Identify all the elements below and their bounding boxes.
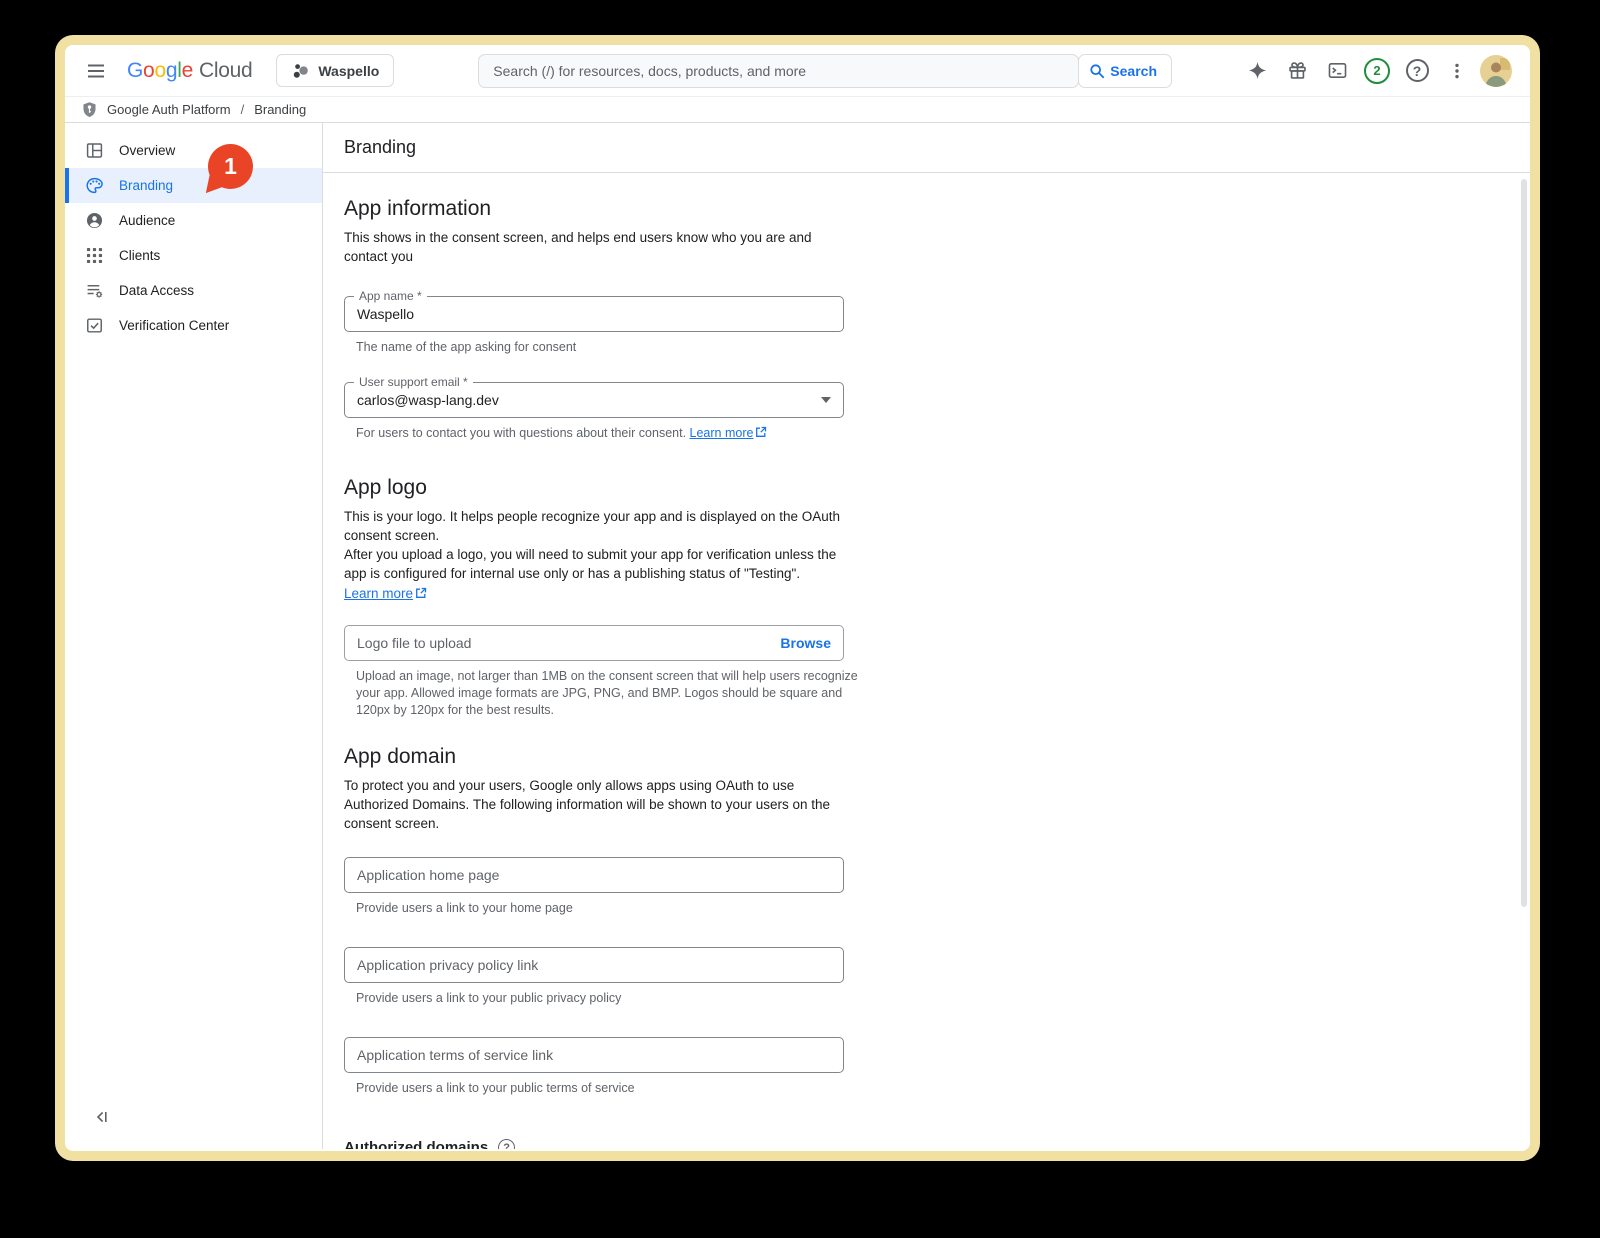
search-button[interactable]: Search	[1078, 53, 1172, 88]
home-page-field[interactable]	[344, 857, 844, 893]
privacy-policy-input[interactable]	[357, 957, 831, 973]
app-logo-heading: App logo	[344, 476, 427, 499]
app-logo-paragraph-2: After you upload a logo, you will need t…	[344, 547, 837, 581]
terms-of-service-helper: Provide users a link to your public term…	[356, 1081, 635, 1095]
sidebar-item-verification-center[interactable]: Verification Center	[65, 308, 322, 343]
browser-viewport: Google Cloud Waspello Search (/) for res…	[65, 45, 1530, 1151]
person-icon	[84, 211, 104, 231]
collapse-sidebar-icon	[96, 1111, 107, 1123]
support-email-helper: For users to contact you with questions …	[356, 425, 862, 442]
more-options-button[interactable]	[1440, 54, 1474, 88]
page-title: Branding	[344, 137, 417, 157]
sidebar-item-label: Verification Center	[119, 318, 230, 333]
avatar-photo	[1480, 54, 1512, 87]
learn-more-link[interactable]: Learn more	[344, 586, 413, 601]
browse-button[interactable]: Browse	[780, 635, 831, 651]
cloud-shell-button[interactable]	[1320, 54, 1354, 88]
free-trial-gift-button[interactable]	[1280, 54, 1314, 88]
chevron-down-icon	[821, 397, 831, 403]
authorized-domains-heading: Authorized domains ?	[344, 1139, 1509, 1149]
notification-count-badge: 2	[1364, 57, 1390, 84]
search-input[interactable]	[478, 53, 1080, 88]
palette-icon	[84, 176, 104, 196]
logo-upload-helper: Upload an image, not larger than 1MB on …	[356, 669, 858, 717]
project-name: Waspello	[318, 62, 380, 79]
app-name-field[interactable]: App name *	[344, 289, 844, 332]
app-information-heading: App information	[344, 197, 492, 220]
logo-upload-field[interactable]: Browse	[344, 625, 844, 661]
support-email-select[interactable]: User support email * carlos@wasp-lang.de…	[344, 375, 844, 418]
search-icon	[1090, 63, 1105, 78]
sidebar-item-data-access[interactable]: Data Access	[65, 273, 322, 308]
app-logo-paragraph-1: This is your logo. It helps people recog…	[344, 509, 841, 543]
gemini-button[interactable]	[1240, 54, 1274, 88]
cloud-shell-icon	[1328, 63, 1346, 78]
sidebar-item-label: Audience	[119, 213, 176, 228]
sidebar-item-overview[interactable]: Overview	[65, 133, 322, 168]
sidebar-item-clients[interactable]: Clients	[65, 238, 322, 273]
app-logo-learn-more: Learn more	[344, 586, 1509, 601]
privacy-policy-field[interactable]	[344, 947, 844, 983]
check-box-icon	[84, 316, 104, 336]
google-cloud-logo[interactable]: Google Cloud	[127, 58, 253, 83]
app-domain-heading: App domain	[344, 745, 457, 768]
sidebar-item-label: Clients	[119, 248, 161, 263]
sidebar-item-label: Data Access	[119, 283, 195, 298]
terms-of-service-field[interactable]	[344, 1037, 844, 1073]
branding-form: App information This shows in the consen…	[323, 173, 1530, 1149]
list-settings-icon	[84, 281, 104, 301]
sidebar-item-label: Overview	[119, 143, 176, 158]
home-page-input[interactable]	[357, 867, 831, 883]
overview-icon	[84, 141, 104, 161]
top-app-bar: Google Cloud Waspello Search (/) for res…	[65, 45, 1530, 97]
collapse-sidebar-button[interactable]	[89, 1105, 113, 1129]
help-icon: ?	[1405, 59, 1429, 82]
main-panel: Branding App information This shows in t…	[323, 123, 1530, 1149]
scrollbar[interactable]	[1521, 179, 1527, 907]
home-page-helper: Provide users a link to your home page	[356, 901, 573, 915]
app-name-helper: The name of the app asking for consent	[356, 340, 577, 354]
learn-more-link[interactable]: Learn more	[690, 426, 754, 440]
breadcrumb-current: Branding	[254, 102, 307, 117]
sidebar-item-label: Branding	[119, 178, 174, 193]
app-name-input[interactable]	[357, 306, 831, 322]
sidebar: Overview Branding Audience Clients Data …	[65, 123, 323, 1149]
gift-icon	[1288, 62, 1306, 79]
help-icon[interactable]: ?	[498, 1139, 516, 1149]
gemini-sparkle-icon	[1248, 61, 1266, 80]
breadcrumb-root[interactable]: Google Auth Platform	[107, 102, 231, 117]
help-button[interactable]: ?	[1400, 54, 1434, 88]
terms-of-service-input[interactable]	[357, 1047, 831, 1063]
topbar-actions: 2 ?	[1240, 54, 1512, 88]
auth-platform-shield-icon	[83, 102, 96, 118]
external-link-icon	[756, 426, 767, 437]
logo-cloud-text: Cloud	[198, 58, 253, 82]
sidebar-item-branding[interactable]: Branding	[65, 168, 322, 203]
project-picker-button[interactable]: Waspello	[276, 54, 395, 87]
apps-grid-icon	[84, 246, 104, 266]
logo-file-input[interactable]	[357, 635, 769, 651]
sidebar-item-audience[interactable]: Audience	[65, 203, 322, 238]
app-name-label: App name *	[354, 289, 427, 304]
avatar[interactable]	[1480, 54, 1512, 87]
more-vert-icon	[1455, 63, 1459, 78]
external-link-icon	[416, 587, 427, 598]
breadcrumb: Google Auth Platform / Branding	[65, 97, 1530, 123]
app-domain-description: To protect you and your users, Google on…	[344, 778, 830, 831]
menu-icon	[88, 64, 104, 77]
notifications-button[interactable]: 2	[1360, 54, 1394, 88]
project-picker-icon	[294, 63, 309, 78]
support-email-label: User support email *	[354, 375, 473, 390]
window-frame: Google Cloud Waspello Search (/) for res…	[55, 35, 1540, 1161]
global-search: Search	[478, 53, 1172, 88]
support-email-value: carlos@wasp-lang.dev	[357, 392, 499, 408]
privacy-policy-helper: Provide users a link to your public priv…	[356, 991, 622, 1005]
menu-button[interactable]	[79, 54, 113, 88]
breadcrumb-separator: /	[240, 102, 245, 117]
annotation-badge-1: 1	[205, 144, 253, 194]
app-information-description: This shows in the consent screen, and he…	[344, 230, 812, 264]
